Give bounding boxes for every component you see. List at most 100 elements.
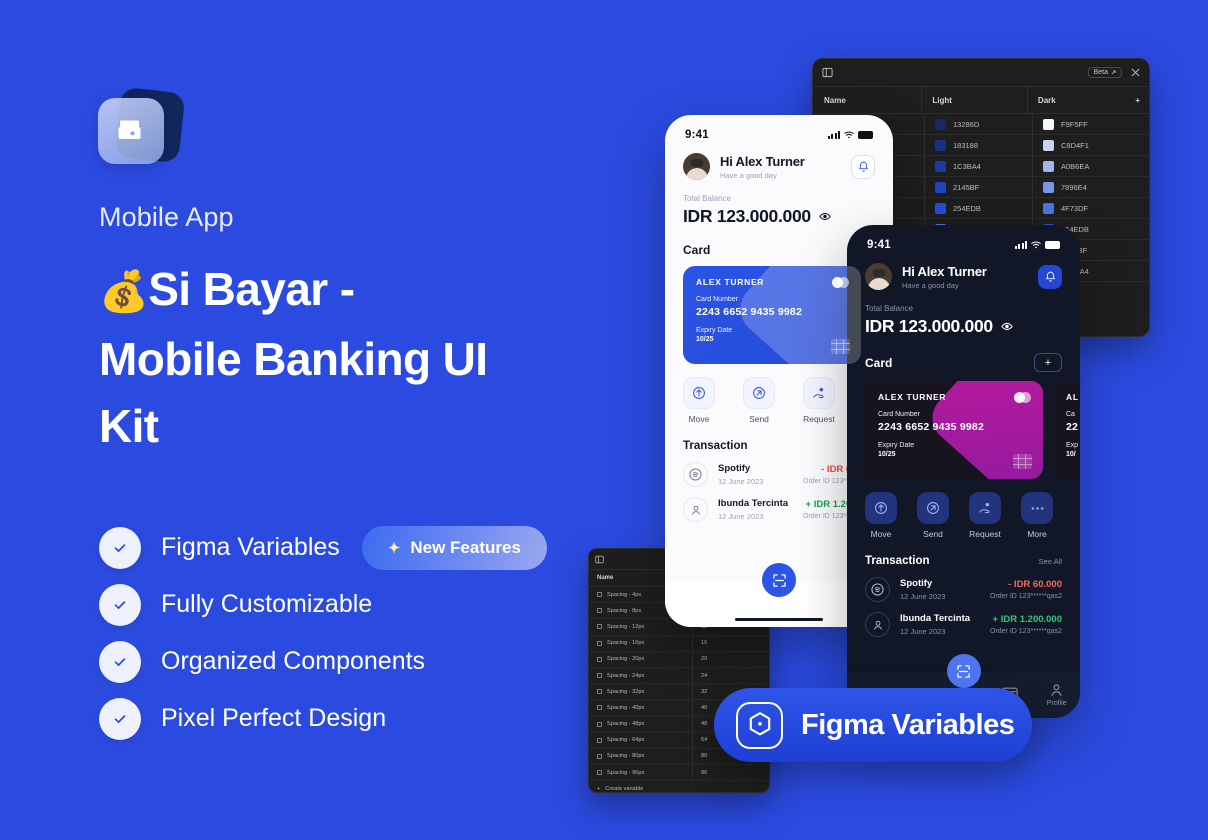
- variable-value: 20: [701, 656, 708, 663]
- mastercard-icon: [1014, 392, 1031, 403]
- transaction-order: Order ID 123******qas2: [990, 593, 1062, 600]
- money-bag-emoji: 💰: [99, 270, 149, 314]
- close-icon[interactable]: [1131, 68, 1140, 77]
- column-header-dark: Dark: [1037, 95, 1056, 105]
- color-swatch[interactable]: [935, 181, 946, 193]
- transaction-amount: - IDR 60.000: [1008, 579, 1062, 590]
- bank-card-next[interactable]: AL Ca 22 Exp 10/: [1053, 381, 1080, 479]
- add-variable-button[interactable]: +: [1135, 96, 1140, 105]
- variable-name: Spacing - 8px: [607, 607, 642, 614]
- eye-icon[interactable]: [819, 212, 831, 221]
- scan-fab-button[interactable]: [762, 563, 796, 597]
- new-features-label: New Features: [410, 537, 521, 557]
- phone-mockup-dark: 9:41 Hi Alex Turner Have a good day Tota…: [847, 225, 1080, 718]
- action-send[interactable]: Send: [743, 377, 775, 427]
- variable-type-icon: [597, 737, 602, 743]
- transaction-name: Ibunda Tercinta: [900, 613, 971, 624]
- eye-icon[interactable]: [1001, 322, 1013, 331]
- sparkles-icon: ✦: [387, 539, 401, 557]
- variable-value: 80: [701, 753, 708, 760]
- action-send[interactable]: Send: [917, 492, 949, 542]
- add-card-button[interactable]: +: [1034, 353, 1062, 372]
- figma-panel-titlebar: Beta: [813, 59, 1149, 87]
- color-swatch[interactable]: [1043, 181, 1054, 193]
- variable-value: 96: [701, 769, 708, 776]
- wifi-icon: [844, 131, 854, 139]
- table-row[interactable]: Ibunda Tercinta 12 June 2023 + IDR 1.200…: [847, 602, 1080, 637]
- column-header-light: Light: [932, 95, 952, 105]
- move-icon: [683, 377, 715, 409]
- nav-profile[interactable]: Profile: [1033, 683, 1080, 707]
- card-number: 2243 6652 9435 9982: [878, 421, 984, 433]
- more-icon: [1021, 492, 1053, 524]
- balance-amount: IDR 123.000.000: [847, 313, 1080, 337]
- wifi-icon: [1031, 241, 1041, 249]
- battery-icon: [858, 131, 873, 139]
- greeting-subtitle: Have a good day: [720, 170, 777, 180]
- color-value-light: 254EDB: [953, 203, 981, 213]
- transaction-order: Order ID 123******qas2: [990, 628, 1062, 635]
- action-move[interactable]: Move: [683, 377, 715, 427]
- variable-type-icon: [597, 624, 602, 630]
- color-value-light: 2145BF: [953, 182, 980, 192]
- notification-bell-button[interactable]: [851, 154, 875, 179]
- logo-front-tile: [98, 98, 164, 164]
- card-number-label: Card Number: [696, 296, 739, 303]
- variable-value: 32: [701, 688, 708, 695]
- bank-card[interactable]: ALEX TURNER Card Number 2243 6652 9435 9…: [683, 266, 861, 364]
- move-icon: [865, 492, 897, 524]
- page-title: 💰Si Bayar - Mobile Banking UI Kit: [99, 256, 569, 460]
- hero-panel: Mobile App 💰Si Bayar - Mobile Banking UI…: [0, 0, 600, 840]
- action-request[interactable]: Request: [803, 377, 835, 427]
- color-swatch[interactable]: [935, 139, 946, 151]
- color-value-dark: A0B6EA: [1061, 161, 1090, 171]
- table-row[interactable]: Spacing - 20px 20: [589, 651, 769, 668]
- color-swatch[interactable]: [935, 160, 946, 172]
- transaction-title: Transaction: [865, 555, 930, 567]
- action-label: More: [1027, 529, 1047, 539]
- send-icon: [743, 377, 775, 409]
- scan-fab-button[interactable]: [946, 654, 981, 688]
- action-label: Move: [870, 529, 892, 539]
- action-move[interactable]: Move: [865, 492, 897, 542]
- variable-name: Spacing - 12px: [607, 623, 645, 630]
- table-row[interactable]: Spacing - 96px 96: [589, 765, 769, 782]
- feature-label: Figma Variables: [161, 533, 340, 561]
- action-request[interactable]: Request: [969, 492, 1001, 542]
- table-row[interactable]: Spacing - 24px 24: [589, 667, 769, 685]
- color-swatch[interactable]: [935, 202, 946, 214]
- card-number-label: Card Number: [878, 411, 921, 418]
- color-swatch[interactable]: [1043, 118, 1054, 130]
- signal-icon: [828, 131, 840, 139]
- bank-card[interactable]: ALEX TURNER Card Number 2243 6652 9435 9…: [865, 381, 1043, 479]
- person-icon: [865, 612, 890, 637]
- variable-type-icon: [597, 592, 602, 598]
- card-chip-icon: [1013, 454, 1032, 469]
- see-all-button[interactable]: See All: [1039, 557, 1062, 566]
- sidebar-toggle-icon[interactable]: [822, 67, 833, 78]
- table-row[interactable]: Spotify 12 June 2023 - IDR 60.000 Order …: [847, 567, 1080, 602]
- color-swatch[interactable]: [1043, 202, 1054, 214]
- variable-value: 24: [701, 672, 708, 679]
- table-row[interactable]: Spacing - 16px 16: [589, 635, 769, 652]
- color-value-light: 1C3BA4: [953, 161, 981, 171]
- card-holder: ALEX TURNER: [696, 277, 765, 287]
- notification-bell-button[interactable]: [1038, 264, 1062, 289]
- color-swatch[interactable]: [1043, 139, 1054, 151]
- card-carousel: ALEX TURNER Card Number 2243 6652 9435 9…: [847, 381, 1080, 479]
- color-swatch[interactable]: [935, 118, 946, 130]
- sidebar-toggle-icon[interactable]: [595, 555, 604, 564]
- action-more[interactable]: More: [1021, 492, 1053, 542]
- app-logo: [96, 86, 188, 176]
- feature-label: Fully Customizable: [161, 590, 373, 618]
- person-icon: [683, 497, 708, 522]
- transaction-name: Spotify: [900, 578, 933, 589]
- list-item: Pixel Perfect Design: [99, 690, 547, 747]
- create-variable-button[interactable]: + Create variable: [589, 781, 769, 792]
- balance-amount: IDR 123.000.000: [665, 203, 893, 227]
- transaction-date: 12 June 2023: [900, 627, 946, 636]
- color-swatch[interactable]: [1043, 160, 1054, 172]
- column-header-name: Name: [597, 575, 614, 581]
- variable-type-icon: [597, 753, 602, 759]
- variable-name: Spacing - 32px: [607, 688, 645, 695]
